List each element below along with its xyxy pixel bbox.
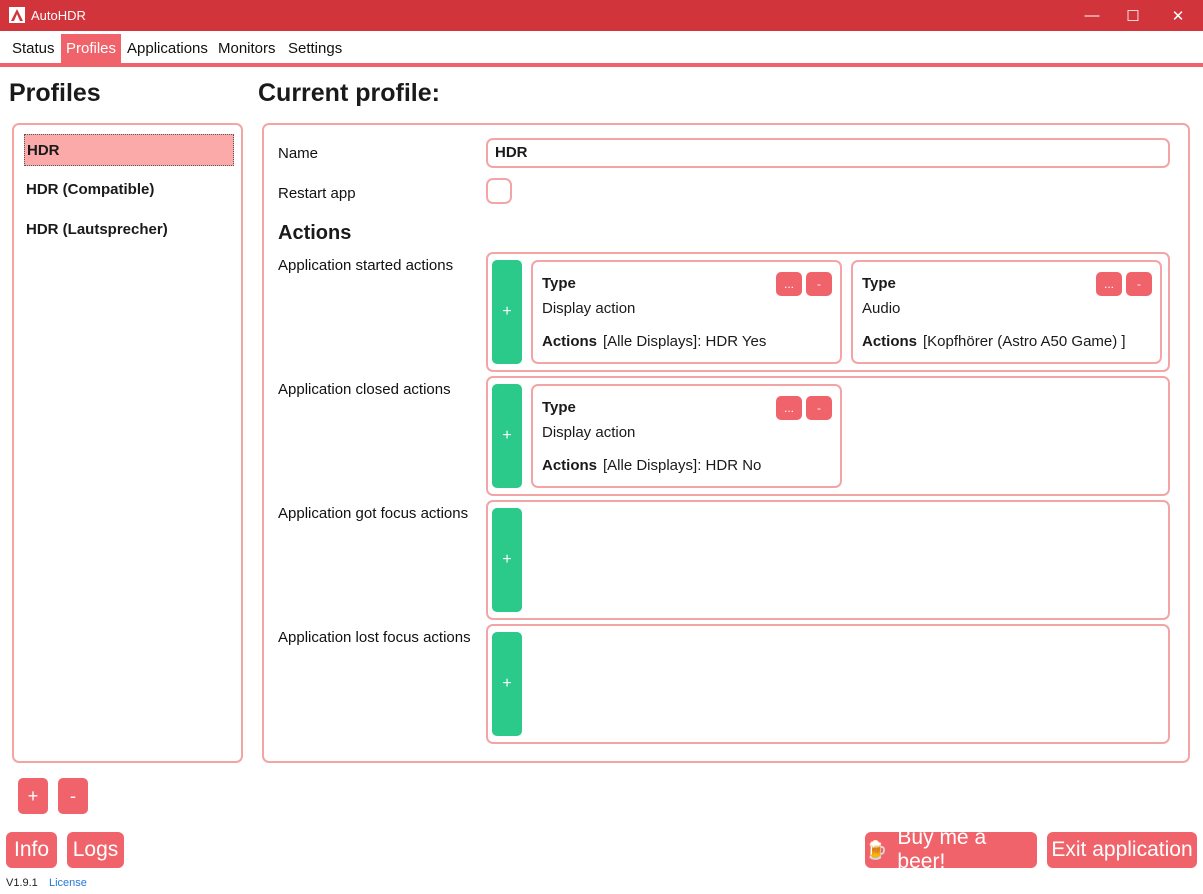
- type-value: Audio: [862, 300, 901, 317]
- closed-actions-label: Application closed actions: [278, 381, 451, 398]
- type-value: Display action: [542, 424, 636, 441]
- started-actions-label: Application started actions: [278, 257, 454, 274]
- close-icon[interactable]: ✕: [1158, 0, 1198, 31]
- remove-action-button[interactable]: -: [806, 396, 832, 420]
- tab-profiles[interactable]: Profiles: [61, 34, 122, 64]
- restart-app-label: Restart app: [278, 185, 356, 202]
- got-focus-actions-label: Application got focus actions: [278, 505, 469, 522]
- window-title: AutoHDR: [31, 8, 86, 23]
- type-label: Type: [862, 275, 896, 292]
- tab-settings[interactable]: Settings: [283, 34, 347, 64]
- action-card: Type Audio Actions [Kopfhörer (Astro A50…: [851, 260, 1162, 364]
- buy-beer-label: Buy me a beer!: [897, 826, 987, 873]
- closed-actions-group: + Type Display action Actions [Alle Disp…: [486, 376, 1170, 496]
- autohdr-logo-icon: [9, 7, 25, 23]
- logs-button[interactable]: Logs: [67, 832, 124, 868]
- profiles-heading: Profiles: [9, 79, 101, 107]
- minimize-icon[interactable]: —: [1072, 0, 1112, 31]
- actions-label: Actions: [542, 333, 598, 350]
- edit-action-button[interactable]: ...: [776, 272, 802, 296]
- started-actions-group: + Type Display action Actions [Alle Disp…: [486, 252, 1170, 372]
- add-lost-focus-action-button[interactable]: +: [492, 632, 522, 736]
- maximize-icon[interactable]: ☐: [1113, 0, 1153, 31]
- version-label: V1.9.1: [6, 877, 38, 889]
- tab-monitors[interactable]: Monitors: [213, 34, 281, 64]
- actions-heading: Actions: [278, 222, 352, 244]
- type-label: Type: [542, 399, 576, 416]
- actions-value: [Kopfhörer (Astro A50 Game) ]: [923, 333, 1126, 350]
- name-label: Name: [278, 145, 319, 162]
- tab-bar: Status Profiles Applications Monitors Se…: [0, 31, 1203, 67]
- actions-label: Actions: [542, 457, 598, 474]
- exit-application-button[interactable]: Exit application: [1047, 832, 1197, 868]
- buy-beer-button[interactable]: 🍺 Buy me a beer!: [865, 826, 1037, 873]
- remove-action-button[interactable]: -: [806, 272, 832, 296]
- remove-action-button[interactable]: -: [1126, 272, 1152, 296]
- lost-focus-actions-group: +: [486, 624, 1170, 744]
- add-closed-action-button[interactable]: +: [492, 384, 522, 488]
- actions-value: [Alle Displays]: HDR No: [603, 457, 762, 474]
- actions-value: [Alle Displays]: HDR Yes: [603, 333, 767, 350]
- actions-label: Actions: [862, 333, 918, 350]
- add-profile-button[interactable]: +: [18, 778, 48, 814]
- beer-icon: 🍺: [865, 839, 888, 860]
- license-link[interactable]: License: [49, 877, 87, 889]
- add-started-action-button[interactable]: +: [492, 260, 522, 364]
- restart-app-checkbox[interactable]: [486, 178, 512, 204]
- got-focus-actions-group: +: [486, 500, 1170, 620]
- edit-action-button[interactable]: ...: [776, 396, 802, 420]
- tab-underline: [0, 63, 1203, 67]
- lost-focus-actions-label: Application lost focus actions: [278, 629, 471, 646]
- type-value: Display action: [542, 300, 636, 317]
- profile-item-hdr-lautsprecher[interactable]: HDR (Lautsprecher): [24, 214, 234, 246]
- profile-item-hdr-compatible[interactable]: HDR (Compatible): [24, 174, 234, 206]
- profile-name-input[interactable]: HDR: [486, 138, 1170, 168]
- remove-profile-button[interactable]: -: [58, 778, 88, 814]
- profile-item-hdr[interactable]: HDR: [24, 134, 234, 166]
- action-card: Type Display action Actions [Alle Displa…: [531, 384, 842, 488]
- current-profile-heading: Current profile:: [258, 79, 440, 107]
- add-got-focus-action-button[interactable]: +: [492, 508, 522, 612]
- tab-status[interactable]: Status: [7, 34, 60, 64]
- title-bar: AutoHDR — ☐ ✕: [0, 0, 1203, 31]
- type-label: Type: [542, 275, 576, 292]
- edit-action-button[interactable]: ...: [1096, 272, 1122, 296]
- info-button[interactable]: Info: [6, 832, 57, 868]
- profile-list: HDR HDR (Compatible) HDR (Lautsprecher): [12, 123, 243, 763]
- tab-applications[interactable]: Applications: [122, 34, 213, 64]
- action-card: Type Display action Actions [Alle Displa…: [531, 260, 842, 364]
